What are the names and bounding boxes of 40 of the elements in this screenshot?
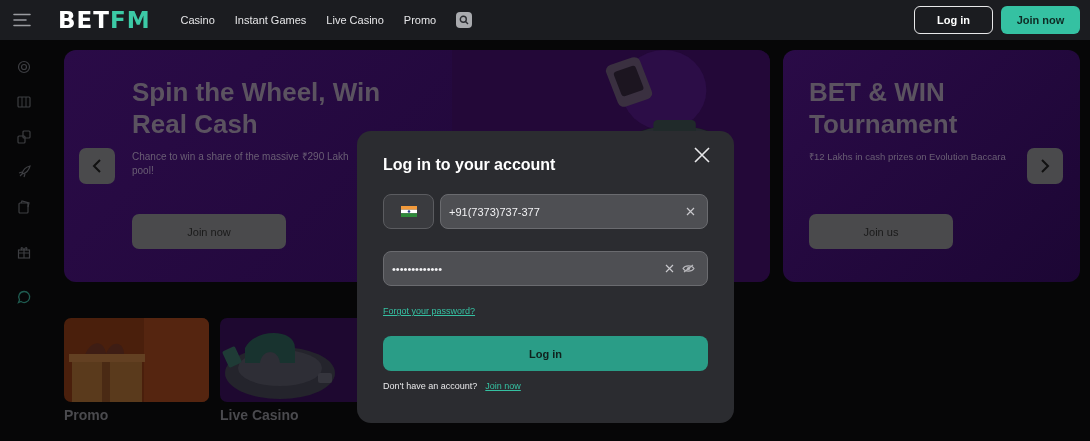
signup-prompt: Don't have an account?: [383, 381, 478, 391]
next-button[interactable]: [1027, 148, 1063, 184]
dialog-title: Log in to your account: [383, 156, 556, 174]
country-selector[interactable]: [383, 194, 434, 229]
chat-icon[interactable]: [17, 290, 31, 304]
clear-icon[interactable]: [665, 264, 674, 273]
phone-field[interactable]: +91(7373)737-377: [440, 194, 708, 229]
login-button[interactable]: Log in: [914, 6, 993, 34]
flag-icon: [400, 206, 417, 217]
hidden-eye-icon[interactable]: [682, 264, 695, 273]
banner-title: Spin the Wheel, Win Real Cash: [132, 76, 382, 140]
cards-icon[interactable]: [17, 200, 31, 214]
dice-icon[interactable]: [17, 130, 31, 144]
chip-icon[interactable]: [17, 60, 31, 74]
menu-icon[interactable]: [13, 13, 31, 27]
banner-title: BET & WIN Tournament: [809, 76, 959, 140]
chevron-left-icon: [92, 158, 102, 174]
signup-link[interactable]: Join now: [485, 381, 521, 391]
search-button[interactable]: [456, 12, 473, 28]
nav-link[interactable]: Instant Games: [234, 14, 307, 26]
banner-description: Chance to win a share of the massive ₹290 Lakh: [132, 150, 349, 164]
slots-icon[interactable]: [17, 95, 31, 109]
chevron-right-icon: [1040, 158, 1050, 174]
nav-link[interactable]: Live Casino: [326, 14, 384, 26]
banner-description: pool!: [132, 164, 154, 178]
tile-label: Live Casino: [220, 407, 300, 423]
password-field[interactable]: •••••••••••••: [383, 251, 708, 286]
close-icon[interactable]: [694, 147, 710, 163]
previous-button[interactable]: [79, 148, 115, 184]
gift-icon[interactable]: [17, 245, 31, 259]
nav-link[interactable]: Casino: [180, 14, 215, 26]
banner-description: ₹12 Lakhs in cash prizes on Evolution Baccara: [809, 150, 1006, 164]
nav-link[interactable]: Promo: [403, 14, 437, 26]
forgot-password-link[interactable]: Forgot your password?: [383, 306, 476, 316]
logo[interactable]: BETFM: [58, 8, 151, 32]
clear-icon[interactable]: [686, 207, 695, 216]
join-button[interactable]: Join now: [1001, 6, 1080, 34]
tile-label: Promo: [64, 407, 110, 423]
login-button[interactable]: Log in: [383, 336, 708, 371]
rocket-icon[interactable]: [17, 165, 31, 179]
